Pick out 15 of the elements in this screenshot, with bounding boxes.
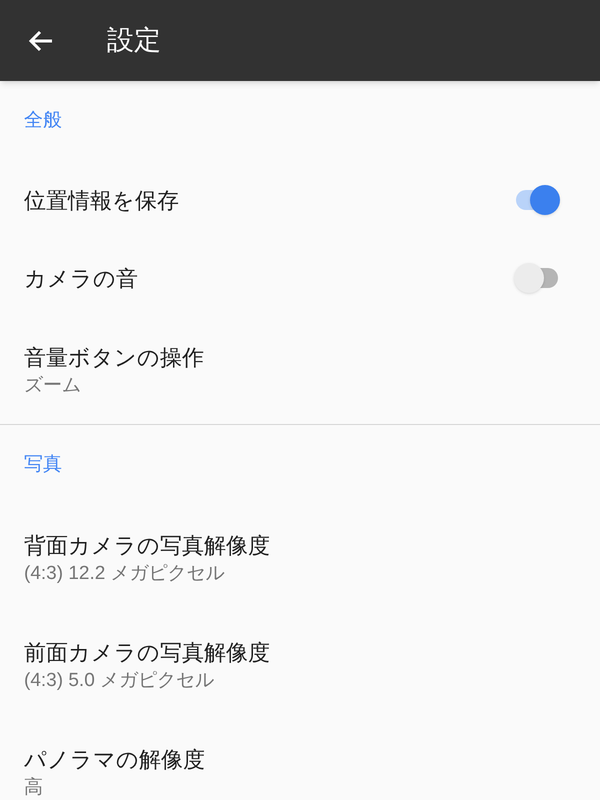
section-header: 写真 (24, 452, 62, 477)
section-header: 全般 (24, 108, 62, 133)
setting-label: 位置情報を保存 (24, 186, 179, 214)
setting-label: カメラの音 (24, 264, 138, 292)
setting-value: 高 (24, 776, 43, 800)
setting-value: ズーム (24, 374, 81, 398)
toggle-switch[interactable] (514, 263, 560, 293)
setting-label: 音量ボタンの操作 (24, 344, 204, 372)
setting-value: (4:3) 12.2 メガピクセル (24, 562, 225, 586)
setting-label: 前面カメラの写真解像度 (24, 638, 270, 666)
setting-label: 背面カメラの写真解像度 (24, 532, 270, 560)
toggle-switch[interactable] (514, 185, 560, 215)
setting-label: パノラマの解像度 (24, 746, 205, 774)
setting-value: (4:3) 5.0 メガピクセル (24, 668, 214, 692)
screen-title: 設定 (107, 24, 161, 58)
